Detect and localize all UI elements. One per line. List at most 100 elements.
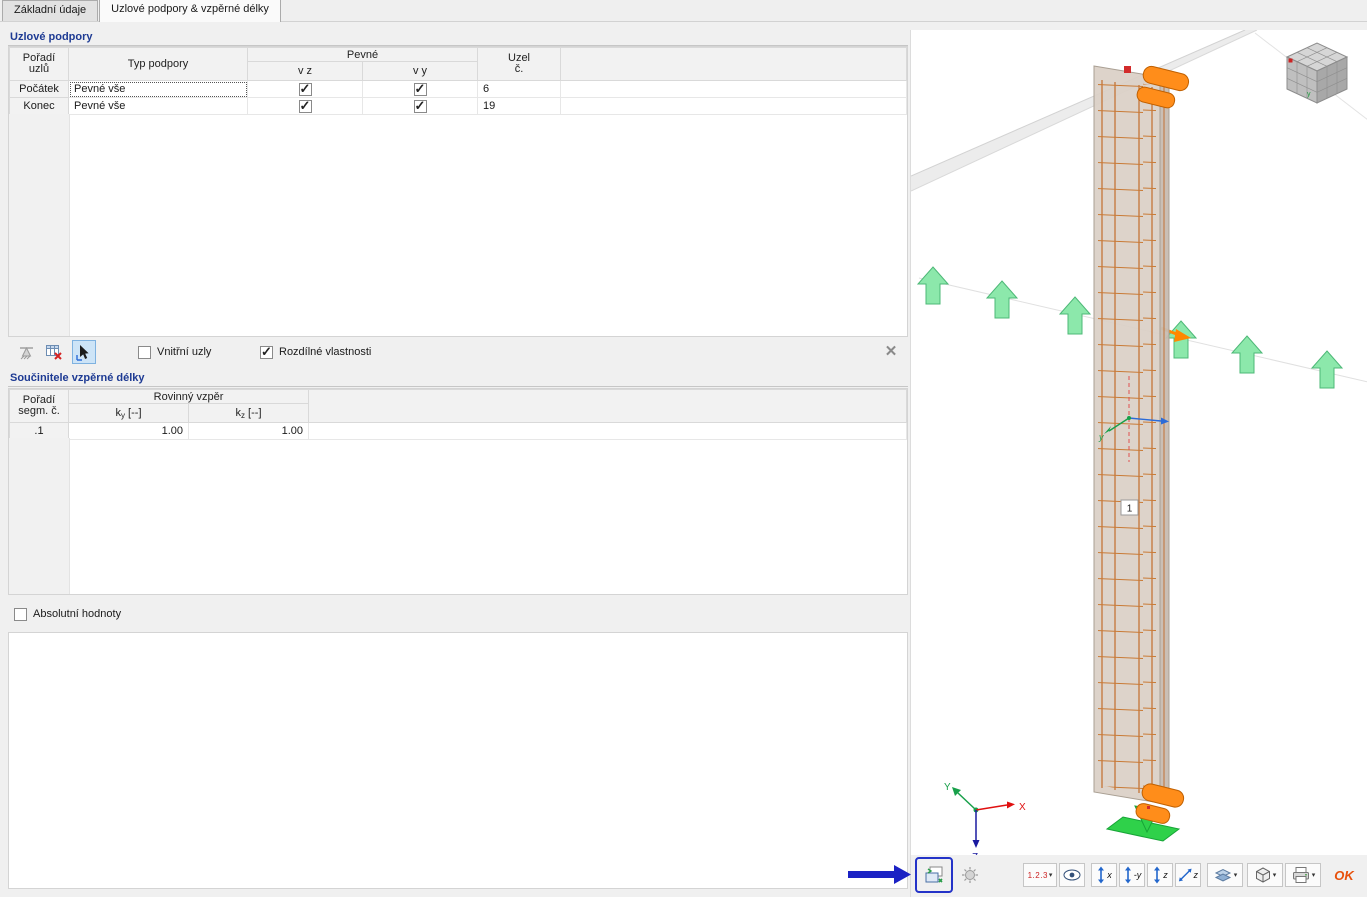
chevron-down-icon: ▾ (1048, 871, 1053, 879)
table-row-end: Konec Pevné vše 19 (9, 97, 907, 115)
display-settings-button[interactable] (919, 863, 949, 887)
node-number-cell[interactable]: 19 (477, 97, 562, 115)
col-group-fixed: Pevné (246, 47, 479, 62)
internal-nodes-label: Vnitřní uzly (157, 346, 212, 358)
nodal-supports-panel: Pořadí uzlů Typ podpory Pevné Uzel č. v … (8, 46, 908, 337)
tab-bar: Základní údaje Uzlové podpory & vzpěrné … (0, 0, 1367, 22)
vy-checkbox[interactable] (413, 81, 427, 97)
col-header-vz: v z (247, 61, 363, 81)
row-header-end: Konec (9, 97, 69, 115)
display-settings-icon (925, 866, 943, 883)
ok-icon: OK (1334, 867, 1354, 883)
col-header-kz: kz [--] (187, 403, 310, 423)
visibility-layers-button[interactable]: ▾ (1207, 863, 1243, 887)
row-header-segment: .1 (9, 422, 69, 440)
pick-nodes-icon (75, 344, 89, 361)
local-axis-y-label: y (1098, 432, 1104, 442)
edit-support-button[interactable] (14, 340, 38, 364)
col-header-ky: ky [--] (68, 403, 189, 423)
axis-x-label: X (1019, 802, 1026, 813)
table-row-segment: .1 1.00 1.00 (9, 422, 907, 440)
chevron-down-icon: ▾ (1311, 871, 1316, 879)
chevron-down-icon: ▾ (1233, 871, 1238, 879)
different-props-checkbox[interactable] (260, 344, 273, 360)
clear-button[interactable]: ✕ (880, 341, 902, 363)
box-icon (1255, 867, 1270, 883)
vz-checkbox[interactable] (298, 98, 312, 114)
photorealism-button[interactable] (957, 863, 983, 887)
vz-checkbox[interactable] (298, 81, 312, 97)
vz-cell (247, 97, 363, 115)
view-direction-icon (1154, 866, 1161, 884)
vy-checkbox[interactable] (413, 98, 427, 114)
filler-cell (308, 422, 907, 440)
filler-cell (560, 97, 907, 115)
highlight-ring (915, 857, 953, 893)
col-header-support-type: Typ podpory (68, 47, 248, 81)
vz-cell (247, 80, 363, 98)
view-direction-diagonal-icon (1178, 868, 1192, 882)
view-x-button[interactable]: x (1091, 863, 1117, 887)
vy-cell (361, 80, 479, 98)
internal-nodes-checkbox-row[interactable]: Vnitřní uzly (138, 340, 211, 364)
absolute-values-checkbox[interactable] (14, 607, 27, 621)
support-type-cell[interactable]: Pevné vše (68, 97, 248, 115)
view-z-button[interactable]: z (1147, 863, 1173, 887)
row-header-gutter (9, 438, 70, 594)
buckling-panel: Pořadí segm. č. Rovinný vzpěr ky [--] kz… (8, 388, 908, 595)
cube-axis-label: y (1307, 91, 1311, 98)
absolute-values-checkbox-row[interactable]: Absolutní hodnoty (14, 602, 121, 626)
support-type-cell[interactable]: Pevné vše (68, 80, 248, 98)
member-column[interactable] (1093, 65, 1170, 804)
eye-icon (1063, 869, 1081, 881)
viewport-toolbar: 1.2.3 ▾ x -y z z ▾ ▾ ▾ OK (911, 855, 1367, 897)
absolute-values-label: Absolutní hodnoty (33, 608, 122, 620)
filler-cell (560, 80, 907, 98)
different-props-label: Rozdílné vlastnosti (279, 346, 372, 358)
table-row-start: Počátek Pevné vše 6 (9, 80, 907, 98)
clipping-box-button[interactable]: ▾ (1247, 863, 1283, 887)
ky-cell[interactable]: 1.00 (68, 422, 189, 440)
tab-nodal-supports[interactable]: Uzlové podpory & vzpěrné délky (99, 0, 281, 22)
tab-basic-data[interactable]: Základní údaje (2, 0, 99, 21)
row-header-gutter (9, 114, 70, 336)
svg-text:1: 1 (1127, 504, 1133, 515)
node-number-cell[interactable]: 6 (477, 80, 562, 98)
printer-icon (1292, 867, 1309, 883)
cube-marker (1288, 58, 1293, 63)
edit-support-icon (19, 346, 33, 359)
pick-nodes-button[interactable] (72, 340, 96, 364)
col-header-filler (560, 47, 907, 81)
chevron-down-icon: ▾ (1272, 871, 1277, 879)
different-props-checkbox-row[interactable]: Rozdílné vlastnosti (260, 340, 371, 364)
layers-icon (1214, 868, 1231, 882)
member-number-label: 1 (1120, 499, 1139, 516)
col-group-planar-buckling: Rovinný vzpěr (67, 389, 310, 404)
view-minus-z-button[interactable]: z (1175, 863, 1201, 887)
viewport-3d[interactable]: y 1 y X Y (911, 30, 1367, 855)
print-button[interactable]: ▾ (1285, 863, 1321, 887)
nodal-supports-table: Pořadí uzlů Typ podpory Pevné Uzel č. v … (9, 47, 907, 115)
section-title-nodal-supports: Uzlové podpory (8, 30, 908, 46)
input-area: Uzlové podpory Pořadí uzlů Typ podpory P… (8, 30, 908, 889)
stirrup-lines (1098, 76, 1156, 795)
absolute-values-row: Absolutní hodnoty (8, 604, 908, 624)
vy-cell (361, 97, 479, 115)
col-header-filler (308, 389, 907, 423)
buckling-table: Pořadí segm. č. Rovinný vzpěr ky [--] kz… (9, 389, 907, 440)
details-panel (8, 632, 908, 889)
col-header-segment-order: Pořadí segm. č. (9, 389, 69, 423)
numbering-button[interactable]: 1.2.3 ▾ (1023, 863, 1057, 887)
section-title-buckling: Součinitele vzpěrné délky (8, 371, 908, 387)
row-header-start: Počátek (9, 80, 69, 98)
col-header-node-order: Pořadí uzlů (9, 47, 69, 81)
view-minus-y-button[interactable]: -y (1119, 863, 1145, 887)
annotation-arrow (848, 865, 911, 884)
view-direction-icon (1124, 866, 1131, 884)
visibility-button[interactable] (1059, 863, 1085, 887)
kz-cell[interactable]: 1.00 (187, 422, 310, 440)
internal-nodes-checkbox[interactable] (138, 345, 151, 359)
delete-support-button[interactable] (42, 340, 66, 364)
ok-button[interactable]: OK (1329, 863, 1359, 887)
graphics-panel: y 1 y X Y 1.2.3 ▾ x -y z z ▾ ▾ ▾ OK (910, 30, 1367, 897)
